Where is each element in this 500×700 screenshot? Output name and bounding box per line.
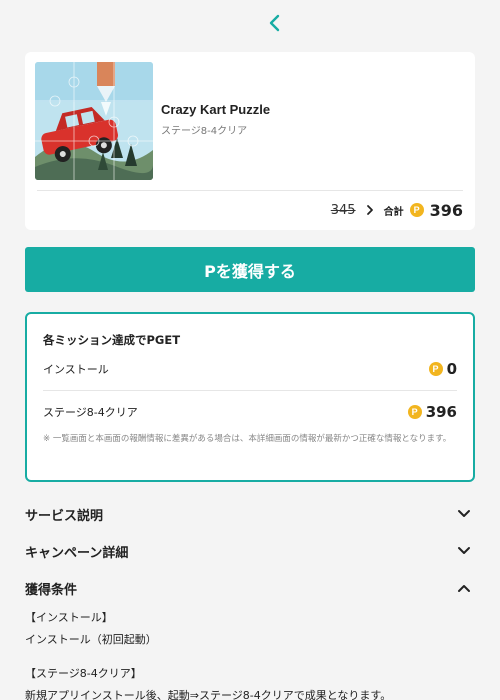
- section-title: サービス説明: [25, 508, 104, 524]
- coin-icon: P: [409, 203, 424, 217]
- coin-icon: P: [407, 405, 422, 419]
- app-title: Crazy Kart Puzzle: [161, 102, 271, 117]
- old-points: 345: [330, 202, 356, 218]
- condition-heading: 【インストール】: [25, 611, 113, 624]
- condition-heading: 【ステージ8-4クリア】: [25, 667, 142, 680]
- section-service-description[interactable]: サービス説明: [25, 504, 475, 524]
- chevron-right-icon: [366, 205, 373, 215]
- app-subtitle: ステージ8-4クリア: [161, 126, 248, 137]
- mission-points: 0: [446, 360, 457, 378]
- mission-row: ステージ8-4クリア P 396: [43, 401, 457, 423]
- chevron-left-icon: [269, 14, 280, 32]
- total-label: 合計: [383, 206, 404, 218]
- missions-heading: 各ミッション達成でPGET: [43, 333, 181, 347]
- total-points: 396: [429, 200, 463, 220]
- section-title: キャンペーン詳細: [25, 545, 129, 561]
- mission-row: インストール P 0: [43, 358, 457, 380]
- mission-name: ステージ8-4クリア: [43, 406, 138, 419]
- coin-icon: P: [428, 362, 443, 376]
- app-card[interactable]: Crazy Kart Puzzle ステージ8-4クリア 345 合計 P 39…: [25, 52, 475, 230]
- chevron-up-icon: [458, 585, 470, 592]
- divider: [37, 190, 463, 191]
- chevron-down-icon: [458, 510, 470, 517]
- mission-name: インストール: [43, 363, 109, 376]
- app-thumbnail: [35, 62, 153, 180]
- mission-points: 396: [425, 403, 457, 421]
- condition-text: 新規アプリインストール後、起動⇒ステージ8-4クリアで成果となります。: [25, 689, 392, 700]
- get-points-button[interactable]: Pを獲得する: [25, 247, 475, 292]
- back-button[interactable]: [262, 10, 288, 36]
- missions-note: ※ 一覧画面と本画面の報酬情報に差異がある場合は、本詳細画面の情報が最新かつ正確…: [43, 434, 452, 444]
- condition-text: インストール（初回起動）: [25, 633, 157, 646]
- missions-panel: 各ミッション達成でPGET インストール P 0 ステージ8-4クリア P 39…: [25, 312, 475, 482]
- section-campaign-details[interactable]: キャンペーン詳細: [25, 541, 475, 561]
- chevron-down-icon: [458, 547, 470, 554]
- section-acquisition-conditions[interactable]: 獲得条件: [25, 578, 475, 598]
- divider: [43, 390, 457, 391]
- section-title: 獲得条件: [25, 582, 78, 598]
- points-summary: 345 合計 P 396: [331, 200, 463, 220]
